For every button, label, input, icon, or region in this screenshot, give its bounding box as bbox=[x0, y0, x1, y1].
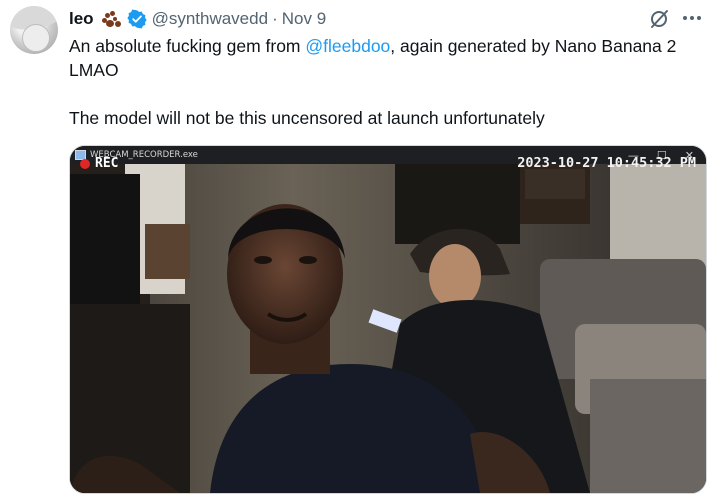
tweet-media-image[interactable]: WEBCAM_RECORDER.exe — ☐ ✕ REC 2023-10-27… bbox=[69, 145, 707, 494]
wall-picture bbox=[525, 169, 585, 199]
rec-dot-icon bbox=[80, 158, 90, 169]
person2-face bbox=[429, 244, 481, 308]
author-handle[interactable]: @synthwavedd bbox=[152, 9, 269, 29]
side-chair bbox=[145, 224, 190, 279]
rec-label: REC bbox=[95, 156, 119, 171]
sofa-arm bbox=[590, 379, 706, 493]
mention-link[interactable]: @fleebdoo bbox=[305, 36, 390, 56]
tweet-line-1: An absolute fucking gem from @fleebdoo, … bbox=[69, 34, 705, 82]
tweet-date[interactable]: Nov 9 bbox=[282, 9, 326, 29]
avatar-face bbox=[22, 24, 50, 52]
tweet-header: leo @synthwavedd · Nov 9 bbox=[69, 6, 326, 32]
person1-eye-left bbox=[254, 256, 272, 264]
rec-indicator: REC bbox=[80, 156, 118, 171]
more-dots-icon[interactable] bbox=[680, 8, 704, 28]
webcam-scene bbox=[70, 164, 706, 493]
header-separator: · bbox=[272, 9, 278, 28]
avatar[interactable] bbox=[10, 6, 58, 54]
recording-timestamp: 2023-10-27 10:45:32 PM bbox=[517, 155, 696, 171]
person1-eye-right bbox=[299, 256, 317, 264]
tv-screen bbox=[70, 174, 140, 304]
author-name[interactable]: leo bbox=[69, 9, 94, 29]
tweet-line-1-prefix: An absolute fucking gem from bbox=[69, 36, 306, 56]
verified-badge-icon bbox=[126, 9, 147, 29]
paw-prints-icon bbox=[100, 9, 122, 29]
grok-icon[interactable] bbox=[648, 8, 670, 30]
tweet-line-2: The model will not be this uncensored at… bbox=[69, 108, 545, 128]
tweet-text: An absolute fucking gem from @fleebdoo, … bbox=[69, 34, 705, 130]
